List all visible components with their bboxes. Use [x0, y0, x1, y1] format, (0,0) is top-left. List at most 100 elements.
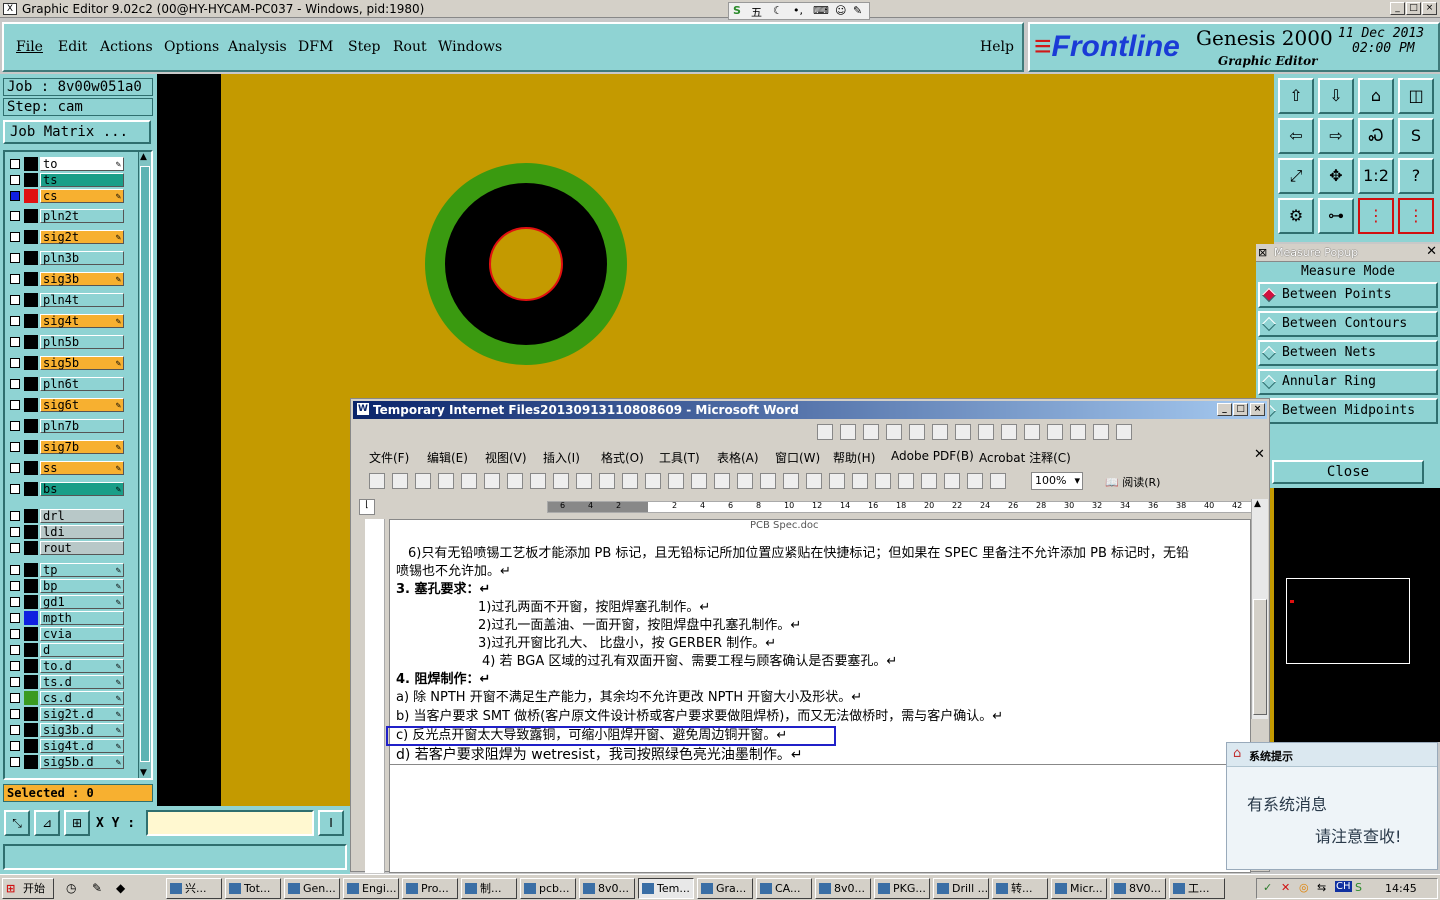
- layer-color-swatch[interactable]: [24, 723, 38, 737]
- measure-option-2[interactable]: Between Nets: [1258, 340, 1438, 366]
- toolbar-icon-13[interactable]: [668, 473, 684, 489]
- layer-color-swatch[interactable]: [24, 563, 38, 577]
- task-button-15[interactable]: Micr...: [1051, 878, 1107, 899]
- task-button-6[interactable]: pcb...: [520, 878, 576, 899]
- layer-checkbox[interactable]: [10, 581, 20, 591]
- menu-help[interactable]: Help: [980, 39, 1014, 55]
- layer-checkbox[interactable]: [10, 253, 20, 263]
- radio-diamond-icon[interactable]: [1261, 316, 1277, 332]
- text-a-icon[interactable]: [1070, 424, 1086, 440]
- layer-color-swatch[interactable]: [24, 173, 38, 187]
- layer-name[interactable]: pln4t: [40, 293, 124, 307]
- menu-options[interactable]: Options: [164, 39, 219, 55]
- radio-diamond-icon[interactable]: [1261, 374, 1277, 390]
- down-icon[interactable]: ⇩: [1318, 78, 1354, 114]
- layer-checkbox[interactable]: [10, 232, 20, 242]
- shape-icon[interactable]: [840, 424, 856, 440]
- horizontal-ruler[interactable]: 6 4 2 2 4 6 8 10 12 14 16 18 20 22 24 26 28 30 32 34 36 38 40 4…: [547, 501, 1255, 513]
- layer-row-12[interactable]: sig6t ✎: [6, 398, 124, 412]
- toolbar-icon-22[interactable]: [875, 473, 891, 489]
- layer-checkbox[interactable]: [10, 565, 20, 575]
- layer-row-15[interactable]: ss ✎: [6, 461, 124, 475]
- layer-color-swatch[interactable]: [24, 739, 38, 753]
- layer-checkbox[interactable]: [10, 159, 20, 169]
- wrench-icon[interactable]: [1116, 424, 1132, 440]
- job-matrix-button[interactable]: Job Matrix ...: [3, 120, 151, 144]
- layer-row-20[interactable]: tp ✎: [6, 563, 124, 577]
- word-close-button[interactable]: ×: [1250, 403, 1265, 416]
- task-button-13[interactable]: Drill ...: [933, 878, 989, 899]
- task-button-8[interactable]: Tem...: [638, 878, 694, 899]
- layer-color-swatch[interactable]: [24, 189, 38, 203]
- layer-scrollbar[interactable]: ▲ ▼: [138, 152, 151, 778]
- ime-wrench-icon[interactable]: ✎: [853, 4, 862, 17]
- word-menu-item-3[interactable]: 插入(I): [543, 449, 580, 466]
- layer-checkbox[interactable]: [10, 463, 20, 473]
- toolbar-icon-8[interactable]: [553, 473, 569, 489]
- image-icon[interactable]: [1093, 424, 1109, 440]
- graph-red-icon[interactable]: ⋮: [1398, 198, 1434, 234]
- radio-diamond-icon[interactable]: [1261, 287, 1277, 303]
- start-button[interactable]: ⊞ 开始: [2, 878, 54, 899]
- layer-checkbox[interactable]: [10, 741, 20, 751]
- layer-color-swatch[interactable]: [24, 755, 38, 769]
- document-page[interactable]: PCB Spec.doc 6)只有无铅喷锡工艺板才能添加 PB 标记，且无铅标记所…: [386, 519, 1252, 873]
- layer-color-swatch[interactable]: [24, 157, 38, 171]
- word-menu-item-1[interactable]: 编辑(E): [427, 449, 468, 466]
- toolbar-icon-6[interactable]: [507, 473, 523, 489]
- layer-checkbox[interactable]: [10, 358, 20, 368]
- layer-row-10[interactable]: sig5b ✎: [6, 356, 124, 370]
- toolbar-icon-27[interactable]: [990, 473, 1006, 489]
- tray-ch-icon[interactable]: CH: [1335, 881, 1352, 892]
- list-icon[interactable]: [978, 424, 994, 440]
- toolbar-icon-18[interactable]: [783, 473, 799, 489]
- layer-color-swatch[interactable]: [24, 314, 38, 328]
- measure-option-4[interactable]: Between Midpoints: [1258, 398, 1438, 424]
- layer-checkbox[interactable]: [10, 484, 20, 494]
- layer-color-swatch[interactable]: [24, 377, 38, 391]
- word-doc-close-icon[interactable]: ✕: [1254, 447, 1265, 462]
- word-menu-item-7[interactable]: 窗口(W): [775, 449, 820, 466]
- layer-color-swatch[interactable]: [24, 398, 38, 412]
- layer-row-18[interactable]: ldi: [6, 525, 124, 539]
- overview-panel[interactable]: [1274, 488, 1440, 742]
- toolbar-icon-14[interactable]: [691, 473, 707, 489]
- layer-name[interactable]: cvia: [40, 627, 124, 641]
- xy-input[interactable]: [146, 810, 314, 836]
- toolbar-icon-12[interactable]: [645, 473, 661, 489]
- layer-name[interactable]: sig6t ✎: [40, 398, 124, 412]
- tray-ime-icon[interactable]: S: [1355, 881, 1362, 894]
- layer-color-swatch[interactable]: [24, 627, 38, 641]
- s-icon[interactable]: S: [1398, 118, 1434, 154]
- layer-color-swatch[interactable]: [24, 356, 38, 370]
- word-scroll-up-icon[interactable]: ▲: [1254, 499, 1261, 509]
- task-button-16[interactable]: 8V0...: [1110, 878, 1166, 899]
- so-icon[interactable]: Ꮝ: [1358, 118, 1394, 154]
- word-menu-item-4[interactable]: 格式(O): [601, 449, 644, 466]
- close-button[interactable]: ×: [1422, 2, 1437, 15]
- layer-color-swatch[interactable]: [24, 482, 38, 496]
- toolbar-icon-1[interactable]: [392, 473, 408, 489]
- measure-close-button[interactable]: Close: [1272, 460, 1424, 484]
- layer-color-swatch[interactable]: [24, 659, 38, 673]
- clock[interactable]: 14:45: [1385, 882, 1417, 895]
- layer-row-0[interactable]: to ✎: [6, 157, 124, 171]
- layer-checkbox[interactable]: [10, 661, 20, 671]
- layer-color-swatch[interactable]: [24, 419, 38, 433]
- layer-color-swatch[interactable]: [24, 643, 38, 657]
- layer-checkbox[interactable]: [10, 511, 20, 521]
- layer-row-21[interactable]: bp ✎: [6, 579, 124, 593]
- layer-row-32[interactable]: sig5b.d ✎: [6, 755, 124, 769]
- word-menu-item-8[interactable]: 帮助(H): [833, 449, 875, 466]
- layer-row-19[interactable]: rout: [6, 541, 124, 555]
- quicklaunch-shield-icon[interactable]: ◆: [116, 881, 125, 895]
- layer-color-swatch[interactable]: [24, 293, 38, 307]
- toolbar-icon-5[interactable]: [484, 473, 500, 489]
- task-button-7[interactable]: 8v0...: [579, 878, 635, 899]
- toolbar-icon-26[interactable]: [967, 473, 983, 489]
- toolbar-icon-0[interactable]: [369, 473, 385, 489]
- layer-checkbox[interactable]: [10, 337, 20, 347]
- layer-name[interactable]: cs ✎: [40, 189, 124, 203]
- ime-moon-icon[interactable]: ☾: [773, 4, 783, 17]
- toolbar-icon-24[interactable]: [921, 473, 937, 489]
